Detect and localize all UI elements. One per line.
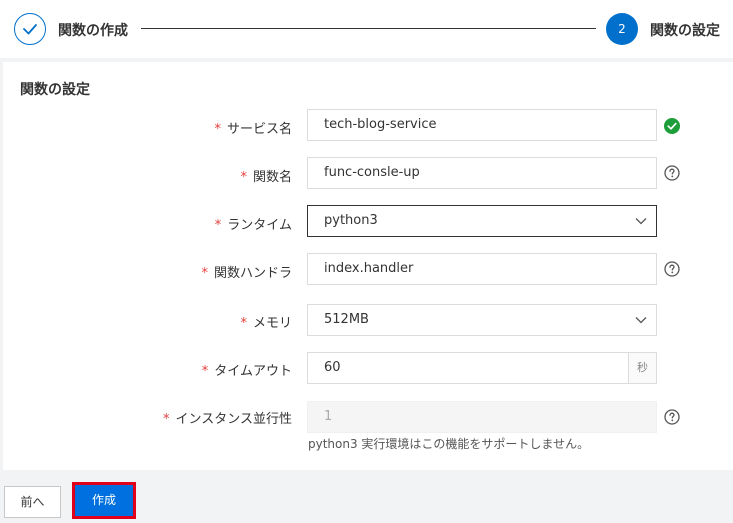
- step2-indicator: 2: [606, 13, 638, 45]
- question-circle-icon[interactable]: [664, 409, 680, 425]
- runtime-label: * ランタイム: [214, 218, 292, 233]
- memory-value: 512MB: [324, 312, 369, 327]
- step1-indicator: [14, 13, 46, 45]
- function-name-field[interactable]: func-consle-up: [307, 157, 657, 189]
- timeout-unit: 秒: [628, 353, 656, 383]
- required-mark: *: [240, 170, 247, 185]
- timeout-value: 60: [324, 360, 341, 375]
- question-circle-icon[interactable]: [664, 165, 680, 181]
- chevron-down-icon: [635, 218, 647, 225]
- stepper: 関数の作成 2 関数の設定: [0, 0, 733, 58]
- function-name-value: func-consle-up: [324, 165, 420, 180]
- concurrency-hint: python3 実行環境はこの機能をサポートしません。: [308, 437, 590, 451]
- panel-title: 関数の設定: [20, 82, 90, 98]
- handler-field[interactable]: index.handler: [307, 253, 657, 285]
- step1-label: 関数の作成: [58, 23, 128, 39]
- memory-label: * メモリ: [240, 316, 292, 331]
- check-icon: [23, 24, 37, 35]
- service-name-value: tech-blog-service: [324, 117, 437, 132]
- concurrency-field: 1: [307, 401, 657, 433]
- handler-value: index.handler: [324, 261, 414, 276]
- step2-label: 関数の設定: [650, 23, 720, 39]
- question-circle-icon[interactable]: [664, 261, 680, 277]
- handler-label: * 関数ハンドラ: [201, 266, 292, 281]
- service-name-field[interactable]: tech-blog-service: [307, 109, 657, 141]
- check-circle-icon: [664, 118, 680, 134]
- timeout-field[interactable]: 60 秒: [307, 352, 657, 384]
- concurrency-value: 1: [324, 409, 333, 424]
- required-mark: *: [214, 122, 221, 137]
- step-connector: [141, 28, 596, 29]
- function-name-label: * 関数名: [240, 170, 292, 185]
- memory-select[interactable]: 512MB: [307, 304, 657, 336]
- timeout-label: * タイムアウト: [201, 364, 292, 379]
- create-button[interactable]: 作成: [75, 485, 133, 516]
- runtime-select[interactable]: python3: [307, 205, 657, 237]
- required-mark: *: [214, 218, 222, 233]
- function-settings-panel: 関数の設定 * サービス名 tech-blog-service * 関数名 func…: [3, 62, 733, 470]
- create-button-highlight: 作成: [72, 482, 136, 519]
- required-mark: *: [201, 266, 208, 281]
- runtime-value: python3: [324, 213, 378, 228]
- prev-button[interactable]: 前へ: [4, 486, 61, 518]
- service-name-label: * サービス名: [214, 122, 292, 137]
- required-mark: *: [240, 316, 247, 331]
- required-mark: *: [201, 364, 209, 379]
- required-mark: *: [163, 412, 170, 427]
- chevron-down-icon: [635, 317, 647, 324]
- concurrency-label: * インスタンス並行性: [163, 412, 292, 427]
